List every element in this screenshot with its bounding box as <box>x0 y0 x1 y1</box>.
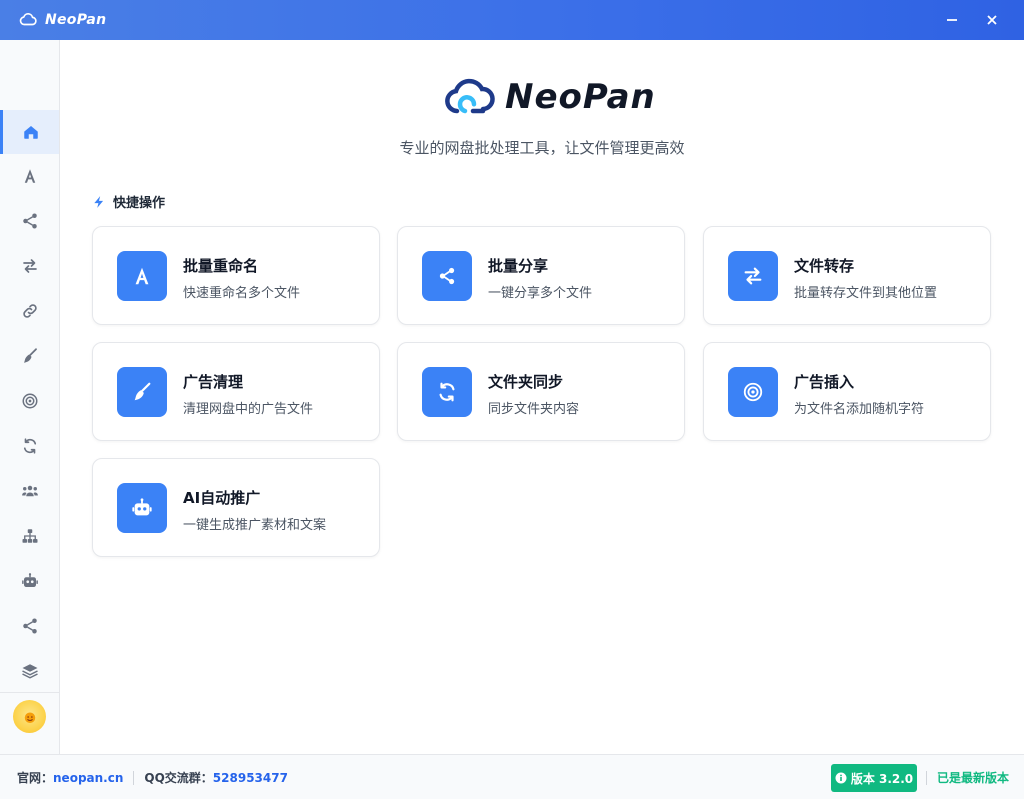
card-title: 广告清理 <box>183 373 244 391</box>
sidebar-item-ad-insert[interactable] <box>0 379 59 423</box>
quick-actions-heading: 快捷操作 <box>92 192 165 211</box>
avatar[interactable] <box>13 700 46 733</box>
broom-icon <box>23 348 37 363</box>
card-desc: 为文件名添加随机字符 <box>794 402 925 417</box>
sync-icon <box>422 367 472 417</box>
robot-icon <box>21 573 38 587</box>
avatar-face-icon <box>24 712 35 723</box>
sidebar <box>0 40 60 754</box>
version-badge[interactable]: 版本 3.2.0 <box>831 764 917 792</box>
sidebar-item-ad-clean[interactable] <box>0 334 59 378</box>
font-icon <box>24 169 35 183</box>
bolt-icon <box>92 195 106 209</box>
card-title: 广告插入 <box>794 373 855 391</box>
sidebar-item-users[interactable] <box>0 469 59 513</box>
card-title: AI自动推广 <box>183 489 261 507</box>
footer-divider <box>926 771 927 785</box>
sidebar-item-share-alt[interactable] <box>0 604 59 648</box>
share-icon <box>22 213 37 229</box>
share-icon <box>422 251 472 301</box>
sidebar-item-sitemap[interactable] <box>0 514 59 558</box>
close-button[interactable] <box>972 0 1012 40</box>
card-batch-share[interactable]: 批量分享 一键分享多个文件 <box>397 226 685 325</box>
brand-subtitle: 专业的网盘批处理工具，让文件管理更高效 <box>399 139 685 157</box>
sidebar-item-rename[interactable] <box>0 154 59 198</box>
home-icon <box>24 126 38 139</box>
sitemap-icon <box>22 529 37 543</box>
card-file-transfer[interactable]: 文件转存 批量转存文件到其他位置 <box>703 226 991 325</box>
card-title: 文件转存 <box>794 257 855 275</box>
card-title: 批量分享 <box>488 257 549 275</box>
quick-actions-title: 快捷操作 <box>113 196 166 211</box>
card-folder-sync[interactable]: 文件夹同步 同步文件夹内容 <box>397 342 685 441</box>
target-icon <box>728 367 778 417</box>
card-ad-clean[interactable]: 广告清理 清理网盘中的广告文件 <box>92 342 380 441</box>
qq-number[interactable]: 528953477 <box>213 771 288 785</box>
minimize-icon <box>947 19 957 21</box>
sync-icon <box>23 438 36 454</box>
brand-name: NeoPan <box>505 77 656 117</box>
status-footer: 官网： neopan.cn QQ交流群： 528953477 版本 3.2.0 … <box>0 754 1024 799</box>
version-text: 版本 3.2.0 <box>850 771 914 786</box>
card-title: 批量重命名 <box>183 257 259 275</box>
update-status: 已是最新版本 <box>937 771 1010 785</box>
minimize-button[interactable] <box>932 0 972 40</box>
sidebar-item-home[interactable] <box>0 110 59 154</box>
sidebar-item-sync[interactable] <box>0 424 59 468</box>
users-icon <box>21 485 38 497</box>
main-content: NeoPan 专业的网盘批处理工具，让文件管理更高效 快捷操作 批量重命名 快速… <box>60 40 1024 754</box>
cloud-logo-icon <box>19 11 37 29</box>
broom-icon <box>117 367 167 417</box>
brand: NeoPan <box>443 75 656 119</box>
footer-divider <box>133 770 135 785</box>
qq-label: QQ交流群： <box>144 771 213 785</box>
card-ad-insert[interactable]: 广告插入 为文件名添加随机字符 <box>703 342 991 441</box>
title-bar: NeoPan <box>0 0 1024 40</box>
card-desc: 一键分享多个文件 <box>488 286 593 301</box>
robot-icon <box>117 483 167 533</box>
card-title: 文件夹同步 <box>488 373 564 391</box>
sidebar-item-share[interactable] <box>0 199 59 243</box>
sidebar-divider <box>0 692 59 693</box>
card-desc: 一键生成推广素材和文案 <box>183 518 327 533</box>
sidebar-item-link[interactable] <box>0 289 59 333</box>
sidebar-item-layers[interactable] <box>0 649 59 693</box>
card-desc: 清理网盘中的广告文件 <box>183 402 314 417</box>
layers-icon <box>21 664 38 679</box>
link-icon <box>22 304 37 318</box>
card-desc: 同步文件夹内容 <box>488 402 580 417</box>
share-alt-icon <box>22 618 37 634</box>
transfer-icon <box>22 259 37 273</box>
transfer-icon <box>728 251 778 301</box>
site-label: 官网： <box>17 771 54 785</box>
target-icon <box>22 393 37 409</box>
info-icon <box>835 772 847 784</box>
footer-links: 官网： neopan.cn QQ交流群： 528953477 <box>17 755 288 799</box>
close-icon <box>987 15 997 25</box>
site-link[interactable]: neopan.cn <box>53 771 123 785</box>
card-desc: 快速重命名多个文件 <box>183 286 301 301</box>
window-title: NeoPan <box>45 12 107 28</box>
cloud-logo-icon <box>443 77 495 117</box>
sidebar-item-transfer[interactable] <box>0 244 59 288</box>
font-icon <box>117 251 167 301</box>
card-batch-rename[interactable]: 批量重命名 快速重命名多个文件 <box>92 226 380 325</box>
sidebar-item-ai[interactable] <box>0 559 59 603</box>
card-desc: 批量转存文件到其他位置 <box>794 286 938 301</box>
card-ai-promotion[interactable]: AI自动推广 一键生成推广素材和文案 <box>92 458 380 557</box>
